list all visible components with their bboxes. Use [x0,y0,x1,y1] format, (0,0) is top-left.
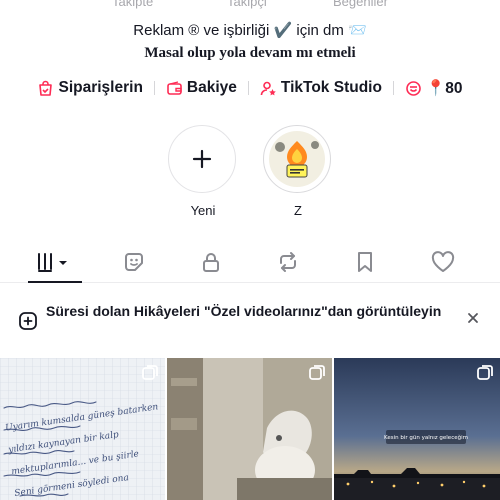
multi-photo-icon [476,364,494,387]
new-story[interactable]: Yeni [168,125,238,219]
following-label[interactable]: Takipte [112,0,153,9]
new-story-button[interactable] [168,125,236,193]
person-star-icon [260,80,277,97]
bookmark-icon [358,251,372,272]
video-thumbnail-2[interactable] [167,358,332,500]
highlight-thumbnail[interactable] [263,125,331,193]
multi-photo-icon [308,364,326,387]
tab-private[interactable] [181,241,241,282]
balance-label: Bakiye [186,79,237,96]
expired-stories-banner[interactable]: Süresi dolan Hikâyeleri "Özel videoların… [0,297,500,347]
extra-link[interactable]: 📍80 [405,79,463,98]
profile-bio: Reklam ® ve işbirliği ✔️ için dm 📨 Masal… [0,20,500,64]
sticker-face-icon [125,252,143,271]
tab-liked[interactable] [413,241,473,282]
tab-reposts-stickers[interactable] [104,241,164,282]
tab-favorites[interactable] [335,241,395,282]
new-story-label: Yeni [190,203,216,218]
stats-row: Takipte Takipçi Beğeniler [0,0,500,9]
likes-label[interactable]: Beğeniler [333,0,388,9]
plus-icon [192,149,212,169]
highlight-cover-image [269,131,325,187]
tab-videos[interactable] [25,241,85,282]
balance-link[interactable]: Bakiye [166,79,237,97]
active-tab-indicator [28,281,82,283]
video-thumbnail-1[interactable]: Uyarım kumsalda güneş batarken yıldızı k… [0,358,165,500]
repost-icon [280,251,296,272]
close-icon[interactable] [466,311,480,330]
shopping-bag-icon [37,80,54,97]
profile-tabs [0,241,500,283]
add-square-icon [18,311,38,336]
stories-row: Yeni Z [0,125,500,225]
highlight-z[interactable]: Z [263,125,333,219]
divider [392,81,394,95]
highlight-label: Z [294,203,302,218]
banner-text: Süresi dolan Hikâyeleri "Özel videoların… [46,303,442,319]
extra-value: 📍80 [425,79,463,97]
tiktok-studio-link[interactable]: TikTok Studio [260,79,382,97]
bio-line-1: Reklam ® ve işbirliği ✔️ için dm 📨 [133,22,367,39]
wallet-icon [166,80,183,97]
lock-icon [203,252,219,272]
multi-photo-icon [141,364,159,387]
orders-label: Siparişlerin [58,79,143,96]
bio-line-2: Masal olup yola devam mı etmeli [144,45,356,61]
orders-link[interactable]: Siparişlerin [37,79,143,97]
divider [153,81,155,95]
heart-icon [431,250,455,272]
video-grid: Uyarım kumsalda güneş batarken yıldızı k… [0,358,500,500]
followers-label[interactable]: Takipçi [227,0,267,9]
divider [247,81,249,95]
grid-dropdown-icon [38,252,67,272]
profile-links-row: Siparişlerin Bakiye TikTok Studio 📍80 [0,77,500,99]
smile-face-icon [405,80,422,97]
video-thumbnail-3[interactable]: Kesin bir gün yalnız geleceğim [334,358,500,500]
cell3-caption: Kesin bir gün yalnız geleceğim [384,434,468,441]
studio-label: TikTok Studio [280,79,382,96]
tab-reposts[interactable] [258,241,318,282]
